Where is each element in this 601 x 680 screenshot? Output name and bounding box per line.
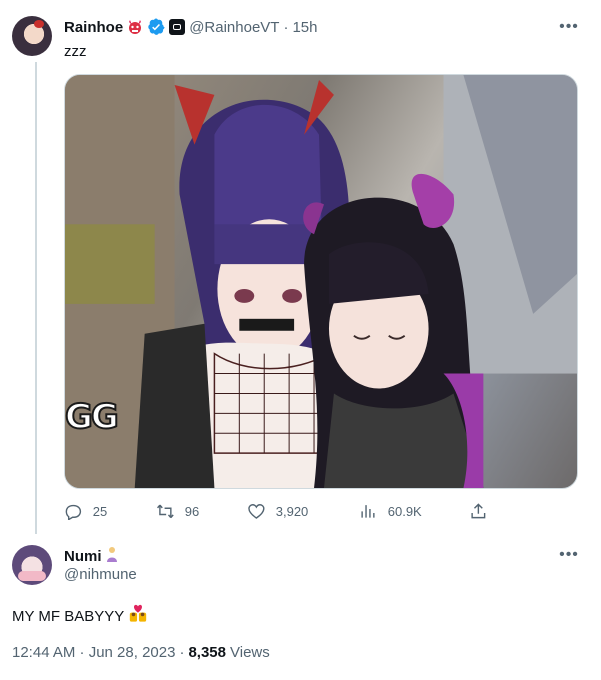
thread-connector-line — [35, 62, 37, 534]
handle[interactable]: @nihmune — [64, 566, 137, 583]
tweet-text: zzz — [64, 43, 87, 60]
tweet-time[interactable]: 15h — [292, 19, 317, 36]
reply-header: Numi — [64, 546, 118, 566]
like-button[interactable]: 3,920 — [247, 500, 308, 522]
verified-icon — [147, 18, 165, 36]
tweet-media-image[interactable]: GG — [64, 74, 578, 489]
like-icon — [248, 503, 265, 519]
retweet-button[interactable]: 96 — [156, 500, 199, 522]
handle[interactable]: @RainhoeVT — [189, 19, 279, 36]
affiliate-badge-icon[interactable] — [169, 19, 186, 35]
views-icon — [361, 504, 375, 518]
separator-dot: · — [283, 18, 289, 36]
views-label: Views — [230, 644, 270, 661]
tweet-text-content: MY MF BABYYY — [12, 607, 125, 625]
tweet-header: Rainhoe @RainhoeVT · 15h — [64, 17, 318, 37]
display-name[interactable]: Numi — [64, 548, 102, 565]
more-icon[interactable]: ••• — [559, 545, 579, 565]
views-button[interactable]: 60.9K — [359, 500, 422, 522]
display-name[interactable]: Rainhoe — [64, 19, 123, 36]
share-button[interactable] — [469, 500, 488, 522]
reply-count: 25 — [92, 503, 108, 519]
couple-with-heart-emoji-icon — [128, 604, 148, 629]
separator-dot: · — [179, 644, 185, 661]
tweet-meta: 12:44 AM · Jun 28, 2023 · 8,358 Views — [12, 644, 270, 661]
retweet-count: 96 — [184, 503, 200, 519]
views-count: 60.9K — [387, 503, 422, 519]
reply-icon — [65, 504, 82, 521]
avatar[interactable] — [12, 545, 52, 585]
more-icon[interactable]: ••• — [559, 17, 579, 37]
reply-button[interactable]: 25 — [64, 500, 107, 522]
oni-mask-emoji-icon — [127, 19, 143, 35]
share-icon — [471, 502, 486, 518]
tweet-text: MY MF BABYYY — [12, 604, 148, 629]
retweet-icon — [157, 504, 174, 518]
media-overlay-text: GG — [65, 396, 120, 438]
person-emoji-icon — [106, 546, 118, 566]
views-count: 8,358 — [188, 644, 226, 661]
timestamp[interactable]: 12:44 AM · Jun 28, 2023 — [12, 644, 175, 661]
like-count: 3,920 — [275, 503, 309, 519]
tweet-action-bar: 25 96 3,920 60.9K — [64, 500, 514, 522]
avatar[interactable] — [12, 16, 52, 56]
